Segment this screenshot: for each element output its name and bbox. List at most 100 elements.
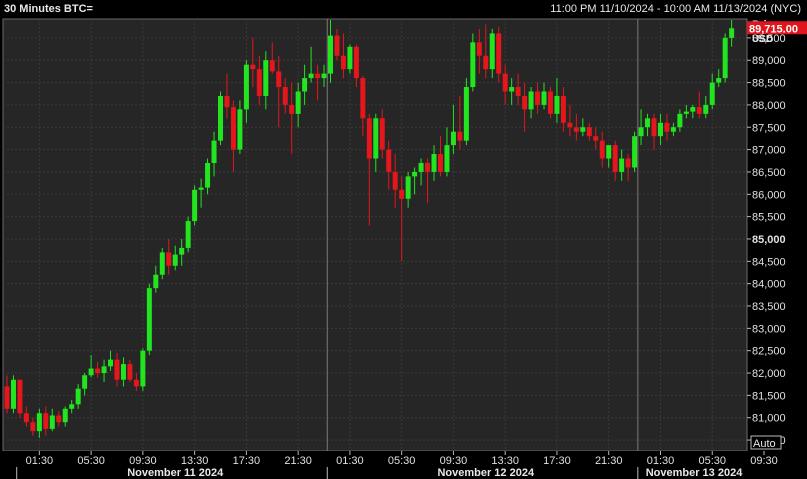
price-tick-label: 87,500 [752,122,786,134]
time-tick-label: 17:30 [543,455,571,467]
time-tick-label: 13:30 [491,455,519,467]
price-tick-label: 86,500 [752,167,786,179]
price-tick-label: 82,000 [752,368,786,380]
price-tick-label: 86,000 [752,189,786,201]
candle-body [696,107,702,114]
candle-body [729,28,735,38]
candle-body [457,131,463,141]
candle[interactable] [463,78,469,146]
candle-body [463,87,469,141]
candle-body [606,145,612,159]
time-tick-label: 05:30 [388,455,416,467]
candle-body [399,189,405,199]
candle[interactable] [192,185,198,226]
candle-body [489,33,495,70]
candle-body [483,55,489,70]
price-tick-label: 82,500 [752,346,786,358]
last-price-label: 89,715.00 [749,23,798,35]
candle-body [360,78,366,119]
candle[interactable] [10,375,16,414]
date-label: November 11 2024 [127,467,224,479]
price-tick-label: 88,500 [752,78,786,90]
time-tick-label: 01:30 [647,455,675,467]
candle[interactable] [159,247,165,280]
candle-body [619,158,625,172]
candle-body [146,288,152,351]
candle-body [230,107,236,150]
candle-body [172,254,178,266]
candle[interactable] [632,131,638,172]
candle-body [722,37,728,79]
candle-body [560,95,566,123]
time-tick-label: 09:30 [440,455,468,467]
candle-body [56,415,62,423]
candle-body [49,415,55,429]
candle-body [166,252,172,266]
candle-body [69,404,75,409]
candle[interactable] [17,379,23,418]
candle-body [289,104,295,114]
candle-body [612,145,618,172]
candle[interactable] [218,91,224,146]
candle-body [509,87,515,92]
candle-body [392,171,398,190]
candle-body [502,73,508,92]
candle-body [547,91,553,114]
candle-body [632,136,638,168]
candle-body [625,158,631,168]
candle-body [373,118,379,159]
candle-body [593,136,599,141]
candle-body [450,131,456,146]
candle-body [347,46,353,70]
candle-body [353,46,359,79]
candle-body [541,91,547,105]
time-tick-label: 05:30 [698,455,726,467]
candle-body [4,386,10,409]
candlestick-chart[interactable]: PriceUSD80,50081,00081,50082,00082,50083… [0,18,807,479]
price-tick-label: 88,000 [752,100,786,112]
candle-body [30,422,36,432]
candle-body [567,122,573,128]
time-tick-label: 17:30 [233,455,261,467]
candle-body [476,42,482,56]
candle[interactable] [722,33,728,83]
candle-body [418,163,424,172]
price-tick-label: 84,000 [752,279,786,291]
candle-body [211,140,217,163]
candle-body [386,149,392,172]
candle[interactable] [146,283,152,356]
plot-area [2,18,748,452]
candle-body [36,413,42,432]
candle-body [127,364,133,380]
candle-body [470,42,476,88]
candle-body [88,368,94,376]
price-tick-label: 87,000 [752,145,786,157]
candle[interactable] [140,348,146,391]
candle-body [496,33,502,74]
price-tick-label: 83,500 [752,301,786,313]
candle-body [328,35,333,74]
price-tick-label: 81,500 [752,390,786,402]
candle-body [114,359,120,380]
time-tick-label: 21:30 [284,455,312,467]
candle-body [683,111,689,114]
chart-header: 30 Minutes BTC= 11:00 PM 11/10/2024 - 10… [0,0,807,19]
candle[interactable] [547,87,553,119]
chart-window: 30 Minutes BTC= 11:00 PM 11/10/2024 - 10… [0,0,807,479]
candle-body [412,171,418,177]
candle-body [276,71,282,88]
candle-body [315,73,321,79]
candle-body [250,64,256,70]
candle[interactable] [185,216,191,253]
candle-body [95,368,101,374]
candle-body [282,87,288,105]
candle-body [321,73,327,79]
candle-body [205,163,211,188]
candle-body [120,364,126,380]
time-range-label: 11:00 PM 11/10/2024 - 10:00 AM 11/13/202… [550,3,801,15]
candle-body [670,127,676,132]
candle-body [709,82,715,105]
time-tick-label: 01:30 [26,455,54,467]
candle-body [645,118,651,128]
date-label: November 13 2024 [646,467,743,479]
